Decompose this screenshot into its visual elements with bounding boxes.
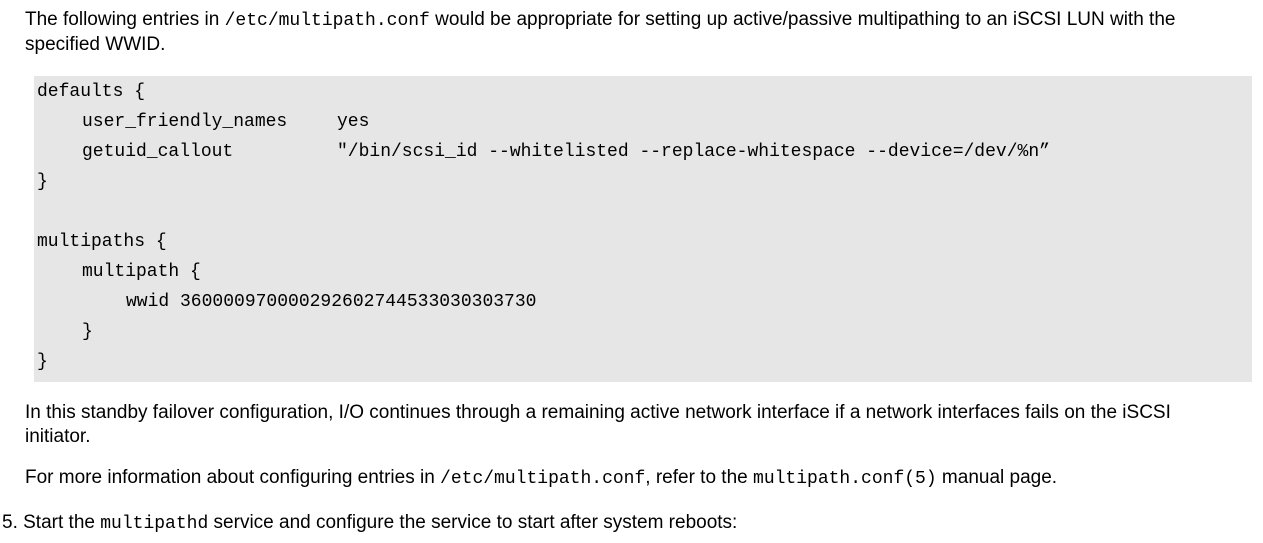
code-line-defaults-open: defaults { [37, 82, 146, 102]
code-line-user-friendly-names: user_friendly_names yes [82, 112, 369, 132]
step-text-before: Start the [17, 512, 101, 533]
more-info-text-before: For more information about configuring e… [25, 467, 441, 488]
config-file-path: /etc/multipath.conf [224, 11, 430, 31]
intro-text-before: The following entries in [25, 9, 225, 30]
code-line-getuid-callout: getuid_callout "/bin/scsi_id --whiteliste… [82, 142, 1050, 162]
step-5-item: 5. Start the multipathd service and conf… [2, 511, 1242, 536]
code-line-defaults-close: } [37, 172, 48, 192]
failover-paragraph: In this standby failover configuration, … [25, 402, 1171, 447]
code-line-multipath-close: } [82, 322, 93, 342]
code-value: "/bin/scsi_id --whitelisted --replace-wh… [337, 142, 1050, 162]
code-key: getuid_callout [82, 142, 234, 162]
more-info-text-after: manual page. [936, 467, 1058, 488]
step-text-after: service and configure the service to sta… [208, 512, 738, 533]
code-key: user_friendly_names [82, 112, 288, 132]
code-value: yes [337, 112, 370, 132]
code-line-multipath-open: multipath { [82, 262, 201, 282]
step-number: 5. [2, 512, 18, 533]
more-info-paragraph: For more information about configuring e… [25, 466, 1235, 491]
config-file-path: /etc/multipath.conf [440, 469, 646, 489]
more-info-text-middle: , refer to the [645, 467, 754, 488]
code-block: defaults { user_friendly_names yes getuid… [34, 76, 1252, 382]
man-page-reference: multipath.conf(5) [753, 469, 937, 489]
code-line-multipaths-open: multipaths { [37, 232, 167, 252]
service-name: multipathd [100, 514, 209, 534]
code-line-wwid: wwid 360000970000292602744533030303730 [126, 292, 537, 312]
code-line-multipaths-close: } [37, 352, 48, 372]
intro-paragraph: The following entries in /etc/multipath.… [25, 8, 1235, 57]
